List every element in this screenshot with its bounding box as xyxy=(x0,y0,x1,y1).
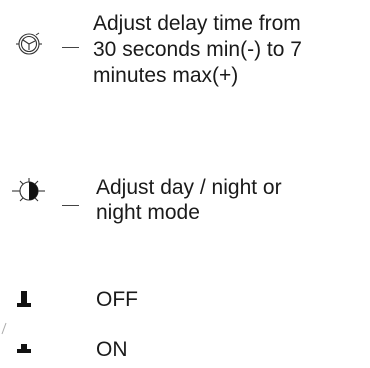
day-night-dial-icon xyxy=(12,178,45,202)
daynight-leader-line xyxy=(62,205,79,207)
daynight-line-1: Adjust day / night or xyxy=(96,176,282,199)
switch-on-icon xyxy=(17,344,31,353)
off-label: OFF xyxy=(96,288,138,311)
on-legend-row: ON xyxy=(0,330,370,368)
switch-off-icon xyxy=(17,291,31,307)
daynight-line-2: night mode xyxy=(96,201,200,224)
delay-leader-line xyxy=(62,47,79,49)
daynight-legend-row: Adjust day / night or night mode xyxy=(0,160,370,250)
delay-line-3: minutes max(+) xyxy=(93,64,239,87)
delay-legend-row: Adjust delay time from 30 seconds min(-)… xyxy=(0,0,370,110)
on-label: ON xyxy=(96,338,128,361)
delay-line-2: 30 seconds min(-) to 7 xyxy=(93,38,302,61)
delay-line-1: Adjust delay time from xyxy=(93,12,301,35)
off-legend-row: OFF xyxy=(0,280,370,320)
clock-dial-icon xyxy=(16,32,42,55)
